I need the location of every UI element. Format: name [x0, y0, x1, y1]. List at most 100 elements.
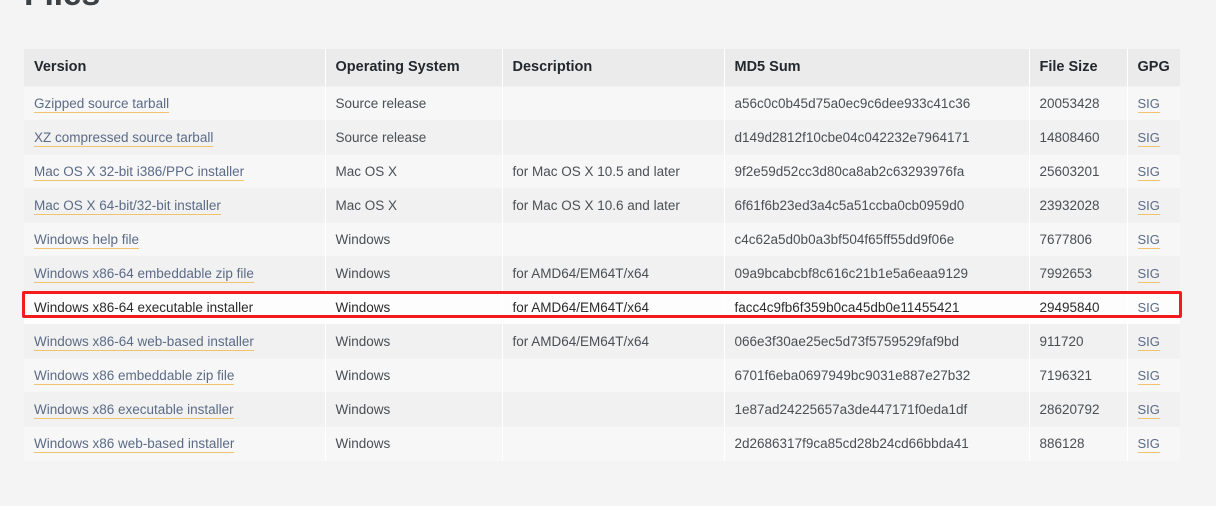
- download-link[interactable]: Mac OS X 32-bit i386/PPC installer: [34, 163, 245, 181]
- page-title: Files: [24, 0, 100, 14]
- cell-file-size: 23932028: [1029, 188, 1128, 223]
- table-row: XZ compressed source tarball Source relea…: [24, 120, 1180, 155]
- cell-md5-sum: 09a9bcabcbf8c616c21b1e5a6eaa9129: [724, 256, 1030, 291]
- table-row: Windows x86-64 embeddable zip file Window…: [24, 256, 1180, 291]
- cell-operating-system: Windows: [325, 290, 503, 325]
- cell-description: for Mac OS X 10.6 and later: [502, 188, 725, 223]
- files-table-container: Version Operating System Description MD5…: [24, 49, 1180, 461]
- gpg-signature-link[interactable]: SIG: [1137, 367, 1160, 385]
- cell-description: [502, 120, 725, 155]
- cell-gpg: SIG: [1127, 290, 1180, 325]
- table-header-row: Version Operating System Description MD5…: [24, 49, 1180, 87]
- cell-operating-system: Source release: [325, 86, 503, 121]
- cell-md5-sum: 1e87ad24225657a3de447171f0eda1df: [724, 392, 1030, 427]
- cell-file-size: 7677806: [1029, 222, 1128, 257]
- cell-version: Windows help file: [24, 222, 326, 257]
- table-row: Mac OS X 64-bit/32-bit installer Mac OS X…: [24, 188, 1180, 223]
- cell-version: Gzipped source tarball: [24, 86, 326, 121]
- cell-description: for AMD64/EM64T/x64: [502, 256, 725, 291]
- gpg-signature-link[interactable]: SIG: [1137, 333, 1160, 351]
- cell-gpg: SIG: [1127, 86, 1180, 121]
- column-header-description: Description: [502, 49, 725, 87]
- column-header-os: Operating System: [325, 49, 503, 87]
- cell-operating-system: Mac OS X: [325, 188, 503, 223]
- download-link[interactable]: Windows x86 executable installer: [34, 401, 234, 419]
- cell-gpg: SIG: [1127, 324, 1180, 359]
- table-row: Windows x86 web-based installer Windows 2d…: [24, 426, 1180, 461]
- cell-description: for Mac OS X 10.5 and later: [502, 154, 725, 189]
- gpg-signature-link[interactable]: SIG: [1137, 231, 1160, 249]
- cell-md5-sum: 9f2e59d52cc3d80ca8ab2c63293976fa: [724, 154, 1030, 189]
- download-link[interactable]: Gzipped source tarball: [34, 95, 170, 113]
- page-root: Files Version Operating System Descripti…: [0, 0, 1216, 506]
- cell-description: [502, 222, 725, 257]
- cell-operating-system: Windows: [325, 222, 503, 257]
- cell-file-size: 28620792: [1029, 392, 1128, 427]
- gpg-signature-link[interactable]: SIG: [1137, 163, 1160, 181]
- cell-description: for AMD64/EM64T/x64: [502, 290, 725, 325]
- column-header-version: Version: [24, 49, 326, 87]
- cell-operating-system: Windows: [325, 324, 503, 359]
- cell-description: [502, 426, 725, 461]
- cell-gpg: SIG: [1127, 154, 1180, 189]
- download-link[interactable]: XZ compressed source tarball: [34, 129, 214, 147]
- cell-file-size: 886128: [1029, 426, 1128, 461]
- cell-gpg: SIG: [1127, 188, 1180, 223]
- gpg-signature-link[interactable]: SIG: [1137, 299, 1160, 317]
- cell-version: Windows x86 web-based installer: [24, 426, 326, 461]
- cell-operating-system: Windows: [325, 256, 503, 291]
- cell-version: XZ compressed source tarball: [24, 120, 326, 155]
- cell-operating-system: Windows: [325, 358, 503, 393]
- table-body: Gzipped source tarball Source release a56c…: [24, 86, 1180, 461]
- cell-md5-sum: 6f61f6b23ed3a4c5a51ccba0cb0959d0: [724, 188, 1030, 223]
- table-row: Windows help file Windows c4c62a5d0b0a3bf5…: [24, 222, 1180, 257]
- download-link[interactable]: Windows x86 embeddable zip file: [34, 367, 235, 385]
- cell-file-size: 7992653: [1029, 256, 1128, 291]
- download-link[interactable]: Mac OS X 64-bit/32-bit installer: [34, 197, 221, 215]
- gpg-signature-link[interactable]: SIG: [1137, 265, 1160, 283]
- cell-gpg: SIG: [1127, 120, 1180, 155]
- table-row: Windows x86 embeddable zip file Windows 67…: [24, 358, 1180, 393]
- cell-file-size: 29495840: [1029, 290, 1128, 325]
- cell-version: Windows x86-64 embeddable zip file: [24, 256, 326, 291]
- gpg-signature-link[interactable]: SIG: [1137, 401, 1160, 419]
- release-files-table: Version Operating System Description MD5…: [24, 49, 1180, 461]
- table-row: Windows x86-64 executable installer Windo…: [24, 290, 1180, 325]
- cell-version: Windows x86 embeddable zip file: [24, 358, 326, 393]
- download-link[interactable]: Windows x86-64 web-based installer: [34, 333, 254, 351]
- table-row: Mac OS X 32-bit i386/PPC installer Mac OS…: [24, 154, 1180, 189]
- gpg-signature-link[interactable]: SIG: [1137, 95, 1160, 113]
- cell-description: [502, 392, 725, 427]
- cell-gpg: SIG: [1127, 256, 1180, 291]
- cell-md5-sum: 066e3f30ae25ec5d73f5759529faf9bd: [724, 324, 1030, 359]
- download-link[interactable]: Windows x86 web-based installer: [34, 435, 235, 453]
- cell-description: [502, 86, 725, 121]
- gpg-signature-link[interactable]: SIG: [1137, 197, 1160, 215]
- cell-description: for AMD64/EM64T/x64: [502, 324, 725, 359]
- cell-file-size: 7196321: [1029, 358, 1128, 393]
- cell-md5-sum: facc4c9fb6f359b0ca45db0e11455421: [724, 290, 1030, 325]
- cell-operating-system: Windows: [325, 426, 503, 461]
- column-header-filesize: File Size: [1029, 49, 1128, 87]
- cell-md5-sum: c4c62a5d0b0a3bf504f65ff55dd9f06e: [724, 222, 1030, 257]
- cell-operating-system: Windows: [325, 392, 503, 427]
- cell-md5-sum: d149d2812f10cbe04c042232e7964171: [724, 120, 1030, 155]
- gpg-signature-link[interactable]: SIG: [1137, 129, 1160, 147]
- cell-gpg: SIG: [1127, 222, 1180, 257]
- cell-file-size: 20053428: [1029, 86, 1128, 121]
- cell-version: Windows x86-64 executable installer: [24, 290, 326, 325]
- cell-md5-sum: 2d2686317f9ca85cd28b24cd66bbda41: [724, 426, 1030, 461]
- cell-file-size: 14808460: [1029, 120, 1128, 155]
- download-link[interactable]: Windows x86-64 executable installer: [34, 300, 253, 316]
- cell-version: Windows x86-64 web-based installer: [24, 324, 326, 359]
- cell-file-size: 25603201: [1029, 154, 1128, 189]
- cell-gpg: SIG: [1127, 426, 1180, 461]
- download-link[interactable]: Windows help file: [34, 231, 140, 249]
- cell-description: [502, 358, 725, 393]
- cell-file-size: 911720: [1029, 324, 1128, 359]
- column-header-gpg: GPG: [1127, 49, 1180, 87]
- gpg-signature-link[interactable]: SIG: [1137, 435, 1160, 453]
- table-row: Gzipped source tarball Source release a56c…: [24, 86, 1180, 121]
- download-link[interactable]: Windows x86-64 embeddable zip file: [34, 265, 254, 283]
- cell-md5-sum: a56c0c0b45d75a0ec9c6dee933c41c36: [724, 86, 1030, 121]
